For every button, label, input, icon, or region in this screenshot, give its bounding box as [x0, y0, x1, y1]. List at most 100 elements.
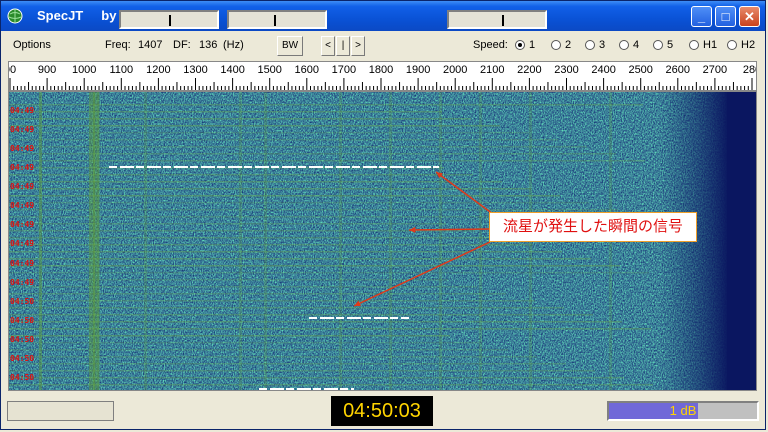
nav-right-button[interactable]: >: [351, 36, 365, 56]
toolbar: Options Freq: 1407 DF: 136 (Hz) BW < | >…: [5, 33, 763, 59]
ruler-tick-label: 2300: [554, 64, 579, 76]
vertical-streak: [144, 92, 147, 390]
vertical-streak: [264, 92, 267, 390]
speed-radio-h1[interactable]: [689, 40, 699, 50]
time-label: 04:49: [10, 239, 35, 249]
time-label: 04:49: [10, 258, 35, 268]
horizontal-band: [9, 146, 587, 148]
horizontal-band: [9, 139, 558, 141]
ruler-tick-label: 2200: [517, 64, 542, 76]
slider-1[interactable]: [119, 10, 219, 29]
nav-left-button[interactable]: <: [321, 36, 335, 56]
horizontal-band: [9, 195, 560, 197]
db-level-text: 1 dB: [669, 403, 697, 418]
speed-radio-5[interactable]: [653, 40, 663, 50]
ruler-tick-label: 900: [37, 64, 57, 76]
slider-3[interactable]: [447, 10, 547, 29]
ruler-tick-label: 2700: [702, 64, 728, 76]
meteor-annotation: 流星が発生した瞬間の信号: [489, 212, 697, 242]
speed-radio-h2[interactable]: [727, 40, 737, 50]
horizontal-band: [9, 209, 618, 211]
time-label: 04:49: [10, 163, 35, 173]
horizontal-band: [9, 384, 653, 386]
horizontal-band: [9, 202, 589, 204]
ruler-tick-label: 1900: [405, 64, 431, 76]
ruler-tick-label: 1500: [257, 64, 282, 76]
bw-button[interactable]: BW: [277, 36, 303, 56]
horizontal-band: [9, 153, 616, 155]
horizontal-band: [9, 307, 564, 309]
horizontal-band: [9, 279, 448, 281]
nav-center-button[interactable]: |: [336, 36, 350, 56]
speed-radio-3[interactable]: [585, 40, 595, 50]
horizontal-band: [9, 286, 477, 288]
horizontal-band: [9, 244, 533, 246]
speed-radio-label: 5: [667, 39, 674, 51]
horizontal-band: [9, 230, 475, 232]
horizontal-band: [9, 181, 502, 183]
horizontal-band: [9, 349, 508, 351]
horizontal-band: [9, 118, 471, 120]
ruler-tick-label: 2000: [442, 64, 468, 76]
ruler-tick-label: 1800: [368, 64, 394, 76]
ruler-tick-label: 00: [9, 64, 17, 76]
slider-3-knob[interactable]: [501, 15, 504, 26]
speed-label: Speed:: [473, 39, 508, 51]
horizontal-band: [9, 258, 591, 260]
close-button[interactable]: ✕: [739, 6, 760, 27]
maximize-button[interactable]: □: [715, 6, 736, 27]
ruler-tick-label: 1400: [220, 64, 245, 76]
df-unit: (Hz): [223, 39, 244, 51]
horizontal-band: [9, 335, 450, 337]
options-menu[interactable]: Options: [13, 39, 51, 51]
ruler-tick-label: 1600: [294, 64, 320, 76]
vertical-streak: [439, 92, 442, 390]
horizontal-band: [9, 125, 500, 127]
horizontal-band: [9, 314, 593, 316]
ruler-tick-label: 2400: [591, 64, 616, 76]
annotation-arrow: [408, 228, 491, 231]
horizontal-band: [9, 237, 504, 239]
slider-2-knob[interactable]: [274, 15, 277, 26]
title-bar[interactable]: SpecJT by K1JT _ □ ✕: [1, 1, 765, 31]
app-globe-icon: [7, 8, 23, 24]
vertical-streak: [39, 92, 42, 390]
horizontal-band: [9, 160, 645, 162]
horizontal-band: [9, 104, 643, 106]
freq-value: 1407: [138, 39, 163, 51]
speed-radio-label: 4: [633, 39, 640, 51]
ruler-tick-label: 1100: [109, 64, 134, 76]
speed-radio-label: 1: [529, 39, 536, 51]
time-label: 04:49: [10, 125, 35, 135]
speed-radio-4[interactable]: [619, 40, 629, 50]
horizontal-band: [9, 223, 446, 225]
minimize-button[interactable]: _: [691, 6, 712, 27]
vertical-streak: [239, 92, 242, 390]
horizontal-band: [9, 363, 566, 365]
slider-1-knob[interactable]: [169, 15, 171, 26]
vertical-streak: [339, 92, 342, 390]
vertical-streak: [389, 92, 392, 390]
vertical-streak: [97, 92, 100, 390]
speed-radio-label: H1: [703, 39, 718, 51]
db-level-meter: 1 dB: [607, 401, 759, 421]
ruler-tick-label: 2600: [665, 64, 691, 76]
ruler-tick-label: 1000: [71, 64, 97, 76]
ruler-tick-label: 280: [742, 64, 756, 76]
horizontal-band: [9, 321, 622, 323]
time-label: 04:49: [10, 106, 35, 115]
speed-radio-2[interactable]: [551, 40, 561, 50]
slider-2[interactable]: [227, 10, 327, 29]
horizontal-band: [9, 132, 529, 134]
time-label: 04:50: [10, 334, 35, 344]
status-field: [7, 401, 114, 421]
time-label: 04:49: [10, 182, 35, 192]
df-label: DF:: [173, 39, 191, 51]
speed-radio-1[interactable]: [515, 40, 525, 50]
ruler-tick-label: 1700: [331, 64, 357, 76]
speed-radio-label: H2: [741, 39, 756, 51]
df-value: 136: [199, 39, 218, 51]
time-label: 04:49: [10, 144, 35, 154]
ruler-tick-label: 2500: [628, 64, 653, 76]
horizontal-band: [9, 251, 562, 253]
